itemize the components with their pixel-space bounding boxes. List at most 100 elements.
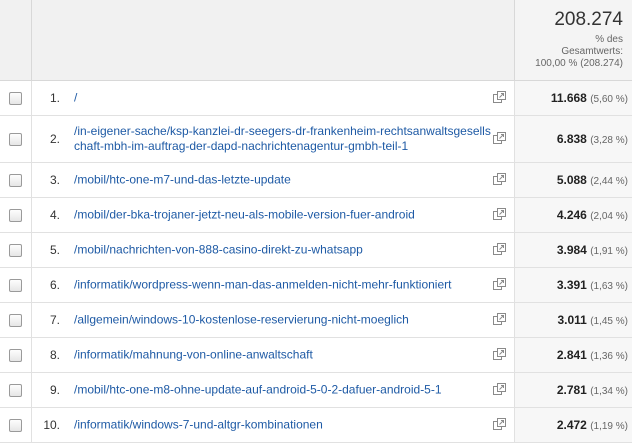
pageviews-count: 6.838: [556, 132, 587, 146]
pageviews-count: 3.391: [556, 278, 587, 292]
pageviews-percent: (2,44 %): [590, 176, 628, 187]
table-header: 208.274 % des Gesamtwerts: 100,00 % (208…: [0, 0, 632, 81]
analytics-table: 208.274 % des Gesamtwerts: 100,00 % (208…: [0, 0, 632, 443]
page-path-link[interactable]: /informatik/wordpress-wenn-man-das-anmel…: [74, 278, 494, 293]
table-row: 7. /allgemein/windows-10-kostenlose-rese…: [0, 303, 632, 338]
open-in-new-window-icon[interactable]: [493, 278, 506, 291]
checkbox-cell: [0, 163, 32, 197]
row-checkbox[interactable]: [9, 419, 22, 432]
pageviews-percent: (1,34 %): [590, 386, 628, 397]
caption-line-1: % des: [595, 34, 623, 45]
row-rank: 3.: [49, 173, 60, 187]
metric-value: 3.011 (1,45 %): [557, 312, 628, 330]
page-path-link[interactable]: /informatik/windows-7-und-altgr-kombinat…: [74, 418, 494, 433]
open-in-new-window-icon[interactable]: [493, 243, 506, 256]
pageviews-count: 2.781: [556, 383, 587, 397]
metric-cell: 5.088 (2,44 %): [514, 163, 632, 197]
open-in-new-window-icon[interactable]: [493, 418, 506, 431]
page-path-link[interactable]: /allgemein/windows-10-kostenlose-reservi…: [74, 313, 494, 328]
page-path-link[interactable]: /mobil/nachrichten-von-888-casino-direkt…: [74, 243, 494, 258]
pageviews-percent: (5,60 %): [590, 94, 628, 105]
metric-cell: 3.011 (1,45 %): [514, 303, 632, 337]
pageviews-percent: (1,45 %): [590, 316, 628, 327]
metric-cell: 2.472 (1,19 %): [514, 408, 632, 442]
pageviews-percent: (3,28 %): [590, 135, 628, 146]
metric-value: 5.088 (2,44 %): [557, 172, 628, 190]
metric-value: 2.781 (1,34 %): [557, 382, 628, 400]
table-row: 4. /mobil/der-bka-trojaner-jetzt-neu-als…: [0, 198, 632, 233]
header-metric-column: 208.274 % des Gesamtwerts: 100,00 % (208…: [514, 0, 632, 80]
caption-line-3: 100,00 % (208.274): [535, 58, 623, 69]
pageviews-count: 4.246: [556, 208, 587, 222]
metric-cell: 3.391 (1,63 %): [514, 268, 632, 302]
checkbox-cell: [0, 198, 32, 232]
pageviews-count: 3.984: [556, 243, 587, 257]
metric-total-caption: % des Gesamtwerts: 100,00 % (208.274): [535, 34, 623, 70]
metric-cell: 11.668 (5,60 %): [514, 81, 632, 115]
metric-cell: 2.781 (1,34 %): [514, 373, 632, 407]
pageviews-count: 2.472: [556, 418, 587, 432]
page-path-link[interactable]: /mobil/htc-one-m8-ohne-update-auf-androi…: [74, 383, 494, 398]
table-row: 2. /in-eigener-sache/ksp-kanzlei-dr-seeg…: [0, 116, 632, 163]
metric-value: 3.984 (1,91 %): [557, 242, 628, 260]
row-checkbox[interactable]: [9, 244, 22, 257]
row-checkbox[interactable]: [9, 279, 22, 292]
page-path-link[interactable]: /in-eigener-sache/ksp-kanzlei-dr-seegers…: [74, 124, 494, 154]
metric-value: 11.668 (5,60 %): [551, 90, 628, 108]
pageviews-count: 3.011: [557, 313, 587, 327]
pageviews-percent: (1,63 %): [590, 281, 628, 292]
row-checkbox[interactable]: [9, 92, 22, 105]
checkbox-cell: [0, 338, 32, 372]
checkbox-cell: [0, 81, 32, 115]
metric-total: 208.274: [554, 9, 623, 30]
pageviews-percent: (1,36 %): [590, 351, 628, 362]
open-in-new-window-icon[interactable]: [493, 383, 506, 396]
checkbox-cell: [0, 303, 32, 337]
row-checkbox[interactable]: [9, 133, 22, 146]
table-body: 1. / 11.668 (5,60 %) 2. /in-eigener-sach…: [0, 81, 632, 443]
row-checkbox[interactable]: [9, 209, 22, 222]
header-checkbox-column: [0, 0, 32, 80]
page-path-link[interactable]: /informatik/mahnung-von-online-anwaltsch…: [74, 348, 494, 363]
row-checkbox[interactable]: [9, 384, 22, 397]
page-path-link[interactable]: /: [74, 91, 494, 106]
page-path-link[interactable]: /mobil/der-bka-trojaner-jetzt-neu-als-mo…: [74, 208, 494, 223]
table-row: 9. /mobil/htc-one-m8-ohne-update-auf-and…: [0, 373, 632, 408]
row-rank: 9.: [49, 383, 60, 397]
row-checkbox[interactable]: [9, 314, 22, 327]
metric-value: 3.391 (1,63 %): [557, 277, 628, 295]
page-path-link[interactable]: /mobil/htc-one-m7-und-das-letzte-update: [74, 173, 494, 188]
checkbox-cell: [0, 233, 32, 267]
metric-value: 4.246 (2,04 %): [557, 207, 628, 225]
metric-cell: 6.838 (3,28 %): [514, 116, 632, 162]
row-checkbox[interactable]: [9, 174, 22, 187]
checkbox-cell: [0, 116, 32, 162]
table-row: 6. /informatik/wordpress-wenn-man-das-an…: [0, 268, 632, 303]
open-in-new-window-icon[interactable]: [493, 173, 506, 186]
open-in-new-window-icon[interactable]: [493, 348, 506, 361]
row-rank: 2.: [49, 132, 60, 146]
table-row: 3. /mobil/htc-one-m7-und-das-letzte-upda…: [0, 163, 632, 198]
metric-cell: 4.246 (2,04 %): [514, 198, 632, 232]
open-in-new-window-icon[interactable]: [493, 208, 506, 221]
open-in-new-window-icon[interactable]: [493, 313, 506, 326]
pageviews-count: 11.668: [550, 91, 587, 105]
metric-value: 2.472 (1,19 %): [557, 417, 628, 435]
open-in-new-window-icon[interactable]: [493, 132, 506, 145]
row-rank: 10.: [43, 418, 60, 432]
checkbox-cell: [0, 268, 32, 302]
caption-line-2: Gesamtwerts:: [561, 46, 623, 57]
row-rank: 5.: [49, 243, 60, 257]
checkbox-cell: [0, 408, 32, 442]
row-rank: 6.: [49, 278, 60, 292]
row-rank: 4.: [49, 208, 60, 222]
pageviews-percent: (1,91 %): [590, 246, 628, 257]
table-row: 5. /mobil/nachrichten-von-888-casino-dir…: [0, 233, 632, 268]
open-in-new-window-icon[interactable]: [493, 91, 506, 104]
metric-cell: 3.984 (1,91 %): [514, 233, 632, 267]
table-row: 8. /informatik/mahnung-von-online-anwalt…: [0, 338, 632, 373]
row-rank: 1.: [49, 91, 60, 105]
row-checkbox[interactable]: [9, 349, 22, 362]
table-row: 1. / 11.668 (5,60 %): [0, 81, 632, 116]
pageviews-percent: (1,19 %): [590, 421, 628, 432]
